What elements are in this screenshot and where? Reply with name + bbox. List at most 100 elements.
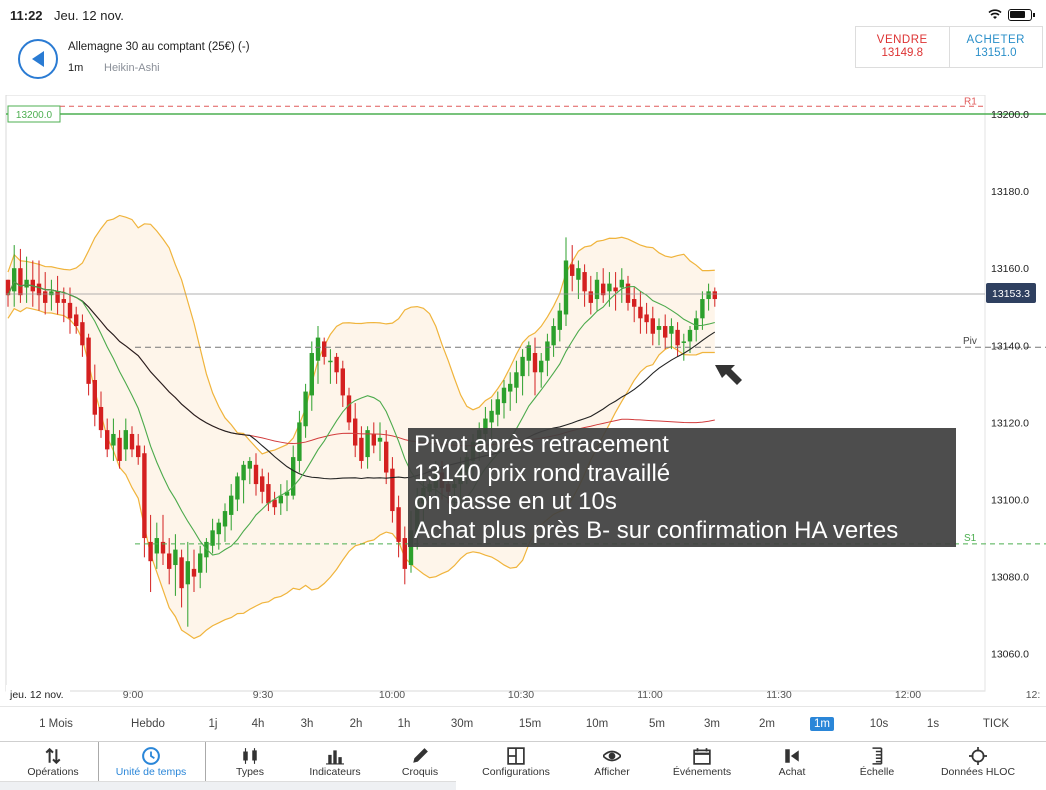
tool-sort-arrows[interactable]: Opérations [3, 742, 103, 782]
instrument-title[interactable]: Allemagne 30 au comptant (25€) (-) [68, 41, 250, 53]
candle-body [67, 302, 73, 319]
tool-eye[interactable]: Afficher [562, 742, 662, 782]
candle-body [514, 372, 519, 388]
x-start-label: jeu. 12 nov. [9, 689, 64, 701]
candle-body [353, 418, 358, 446]
candle-body [74, 314, 79, 327]
timeframe-1s[interactable]: 1s [923, 717, 943, 731]
candle-body [198, 553, 203, 573]
timeframe-2h[interactable]: 2h [346, 717, 367, 731]
level-pivot-label: Piv [963, 336, 977, 347]
timeframe-1h[interactable]: 1h [394, 717, 415, 731]
calendar-icon [652, 742, 752, 765]
timeframe-15m[interactable]: 15m [515, 717, 545, 731]
tool-pencil[interactable]: Croquis [370, 742, 470, 782]
candle-body [582, 272, 587, 292]
eye-icon [562, 742, 662, 764]
timeframe-5m[interactable]: 5m [645, 717, 669, 731]
candle-body [576, 268, 581, 280]
candle-body [340, 368, 345, 396]
candle-body [12, 268, 17, 292]
candle-body [136, 445, 141, 458]
candle-body [495, 399, 500, 415]
candle-body [24, 279, 29, 288]
tool-crosshair[interactable]: Données HLOC [928, 742, 1028, 782]
candle-body [557, 310, 562, 330]
battery-icon [1008, 9, 1035, 21]
candle-body [43, 291, 48, 303]
x-tick-label: 12:00 [895, 689, 921, 701]
wifi-icon [988, 8, 1002, 23]
timeframe-1-mois[interactable]: 1 Mois [35, 717, 77, 731]
timeframe-3m[interactable]: 3m [700, 717, 724, 731]
annotation-line-3: on passe en ut 10s [414, 488, 617, 515]
candle-body [402, 538, 407, 569]
timeframe-3h[interactable]: 3h [297, 717, 318, 731]
timeframe-hebdo[interactable]: Hebdo [127, 717, 169, 731]
crosshair-icon [928, 742, 1028, 765]
x-tick-label: 11:30 [766, 689, 792, 701]
candle-body [216, 522, 221, 535]
candle-body [222, 511, 228, 527]
candle-body [613, 287, 618, 292]
trading-app: 11:22 Jeu. 12 nov. Allemagne 30 au compt… [0, 0, 1046, 790]
timeframe-1j[interactable]: 1j [205, 717, 222, 731]
candle-body [706, 291, 711, 300]
buy-label: ACHETER [966, 34, 1025, 46]
candle-body [260, 476, 265, 492]
current-price-label: 13153.3 [992, 288, 1030, 300]
sort-arrows-icon [3, 742, 103, 765]
tool-clock[interactable]: Unité de temps [101, 742, 201, 782]
candle-body [173, 549, 178, 566]
tool-label: Opérations [27, 766, 79, 778]
buy-price: 13151.0 [974, 47, 1017, 59]
timeframe-1m[interactable]: 1m [810, 717, 834, 731]
timeframe-2m[interactable]: 2m [755, 717, 779, 731]
y-tick-label: 13140.0 [991, 340, 1029, 352]
candle-body [712, 291, 717, 300]
tool-layout[interactable]: Configurations [466, 742, 566, 782]
candle-body [98, 406, 104, 431]
candle-body [167, 553, 172, 569]
status-date: Jeu. 12 nov. [54, 8, 124, 23]
candle-body [346, 395, 352, 423]
candle-body [539, 360, 544, 373]
tool-label: Données HLOC [940, 766, 1016, 778]
sell-label: VENDRE [876, 34, 928, 46]
candle-body [359, 437, 364, 461]
timeframe-tick[interactable]: TICK [979, 717, 1013, 731]
candle-body [545, 341, 550, 361]
candle-body [241, 464, 246, 481]
candle-body [681, 341, 686, 343]
timeframe-30m[interactable]: 30m [447, 717, 477, 731]
level-s1-label: S1 [964, 533, 977, 544]
tool-label: Échelle [859, 766, 895, 778]
candle-body [632, 299, 637, 307]
candle-body [303, 391, 308, 427]
candle-body [322, 341, 327, 357]
price-chart[interactable]: 13200.0 R1 Piv S1 13153.3 13200.0 13180.0 1316… [0, 95, 1046, 705]
back-button[interactable] [18, 39, 58, 79]
timeframe-4h[interactable]: 4h [248, 717, 269, 731]
timeframe-10s[interactable]: 10s [866, 717, 893, 731]
annotation-line-1: Pivot après retracement [414, 431, 669, 458]
candle-body [390, 468, 395, 512]
candle-body [185, 561, 190, 585]
tool-scale[interactable]: Échelle [827, 742, 927, 782]
x-tick-label: 9:00 [123, 689, 144, 701]
candle-body [253, 464, 259, 485]
candle-body [191, 568, 197, 577]
candle-body [377, 437, 383, 442]
tool-label: Croquis [401, 766, 439, 778]
buy-button[interactable]: ACHETER 13151.0 [948, 27, 1043, 67]
candle-body [700, 299, 705, 319]
candle-body [61, 299, 66, 303]
candle-body [179, 557, 184, 589]
tool-calendar[interactable]: Événements [652, 742, 752, 782]
x-tick-label: 10:30 [508, 689, 534, 701]
sell-button[interactable]: VENDRE 13149.8 [856, 27, 949, 67]
candle-body [520, 356, 525, 377]
timeframe-10m[interactable]: 10m [582, 717, 612, 731]
status-time: 11:22 [10, 8, 43, 23]
candle-body [229, 495, 234, 515]
